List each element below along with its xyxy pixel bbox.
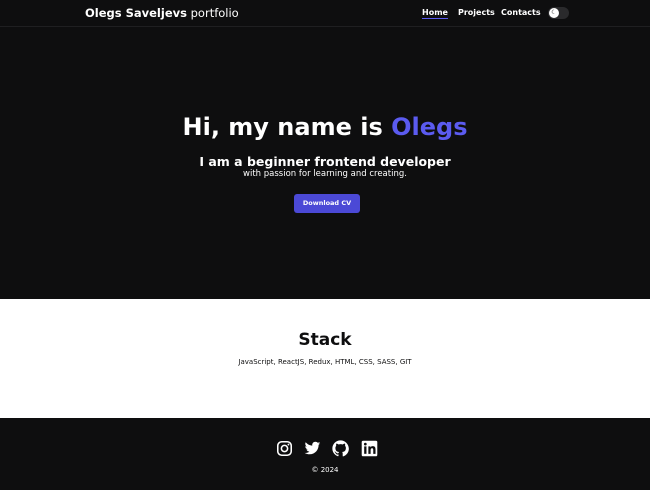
site-header: Olegs Saveljevs portfolio Home Projects … xyxy=(0,0,650,27)
site-footer: © 2024 xyxy=(0,418,650,490)
stack-technologies: JavaScript, ReactJS, Redux, HTML, CSS, S… xyxy=(238,358,412,366)
nav-contacts-link[interactable]: Contacts xyxy=(501,8,541,17)
hero-subtitle: I am a beginner frontend developer xyxy=(199,154,451,169)
hero-title-prefix: Hi, my name is xyxy=(182,113,392,141)
github-icon[interactable] xyxy=(332,440,349,457)
hero-section: Hi, my name is Olegs I am a beginner fro… xyxy=(0,28,650,299)
hero-title: Hi, my name is Olegs xyxy=(0,113,650,141)
instagram-icon[interactable] xyxy=(276,440,293,457)
logo-suffix: portfolio xyxy=(190,6,239,20)
logo-name: Olegs Saveljevs xyxy=(85,6,187,20)
hero-description: with passion for learning and creating. xyxy=(243,169,407,179)
hero-title-name: Olegs xyxy=(391,113,468,141)
linkedin-icon[interactable] xyxy=(361,440,378,457)
download-cv-button[interactable]: Download CV xyxy=(294,194,360,213)
copyright-text: © 2024 xyxy=(311,466,339,474)
stack-section: Stack JavaScript, ReactJS, Redux, HTML, … xyxy=(0,299,650,418)
stack-title: Stack xyxy=(298,330,352,350)
moon-icon: ☾ xyxy=(549,8,559,18)
site-logo[interactable]: Olegs Saveljevs portfolio xyxy=(85,6,239,20)
nav-projects-link[interactable]: Projects xyxy=(458,8,495,17)
theme-toggle[interactable]: ☾ xyxy=(548,7,569,19)
nav-home-link[interactable]: Home xyxy=(422,8,448,19)
twitter-icon[interactable] xyxy=(304,440,321,457)
